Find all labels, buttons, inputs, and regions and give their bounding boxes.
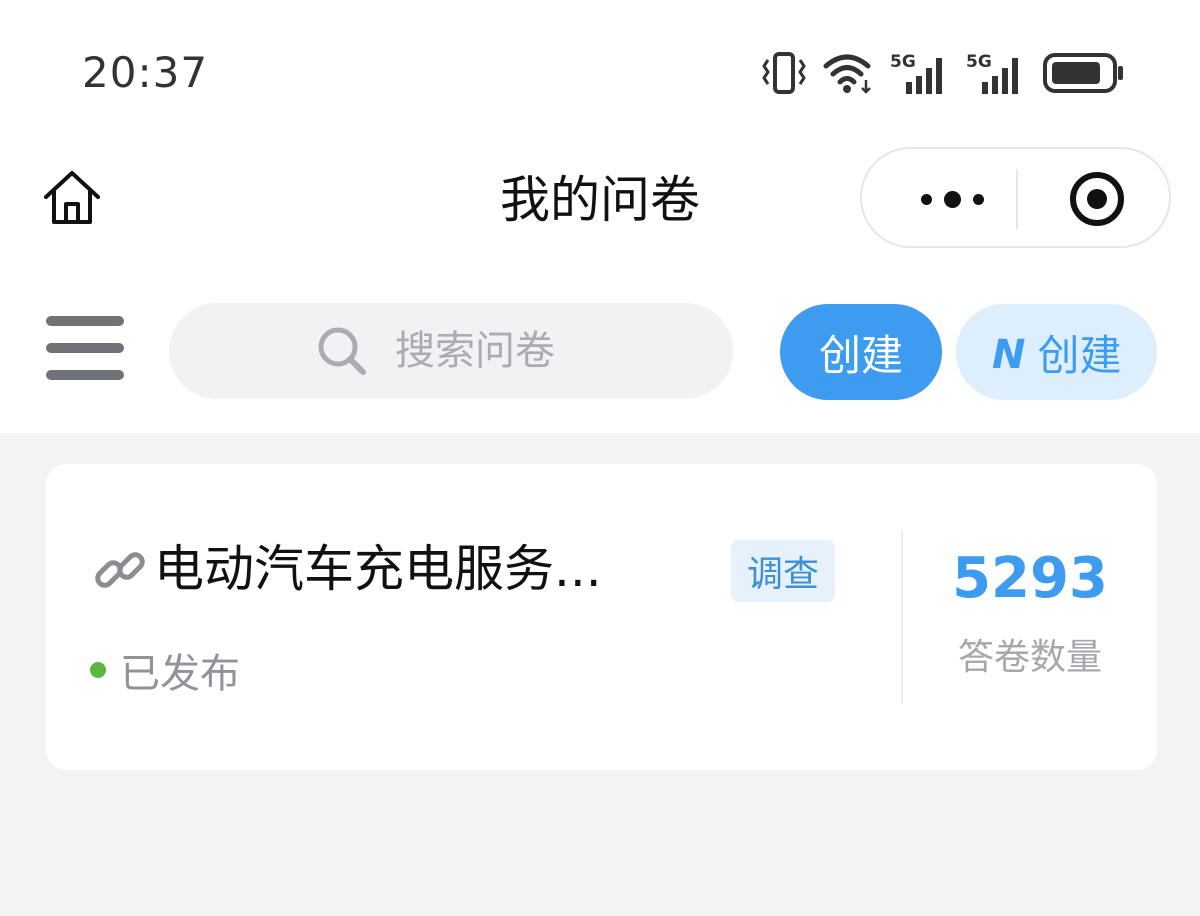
status-dot <box>90 662 106 678</box>
search-bar[interactable] <box>169 303 733 399</box>
survey-card[interactable]: 电动汽车充电服务... 调查 已发布 5293 答卷数量 <box>46 464 1157 770</box>
response-count: 5293 <box>952 546 1108 611</box>
link-icon <box>95 552 145 588</box>
ai-create-button-label: 创建 <box>1037 330 1122 380</box>
network-label: 5G <box>966 52 992 72</box>
response-count-label: 答卷数量 <box>957 637 1102 678</box>
network-label: 5G <box>890 52 916 72</box>
close-button[interactable] <box>1069 171 1125 227</box>
status-text: 已发布 <box>120 651 240 697</box>
survey-title: 电动汽车充电服务... <box>154 540 602 598</box>
menu-icon-line <box>46 370 124 380</box>
signal-5g-icon: 5G <box>890 52 942 94</box>
status-icons: 5G 5G <box>760 46 1126 100</box>
more-icon-dot <box>972 193 984 205</box>
status-time: 20:37 <box>82 48 209 97</box>
wifi-icon <box>823 54 871 94</box>
ai-create-button[interactable]: N 创建 <box>956 304 1157 400</box>
battery-icon <box>1043 53 1123 93</box>
survey-type-badge: 调查 <box>731 540 835 602</box>
create-button[interactable]: 创建 <box>780 304 942 400</box>
search-icon <box>318 327 366 375</box>
menu-button[interactable] <box>46 316 124 380</box>
more-button[interactable] <box>902 175 1002 223</box>
create-button-label: 创建 <box>818 330 903 380</box>
capsule-divider <box>1016 169 1018 229</box>
mini-program-capsule <box>860 147 1171 248</box>
search-input[interactable] <box>393 327 587 375</box>
more-icon-dot <box>943 190 961 208</box>
vibrate-icon <box>762 52 806 94</box>
more-icon <box>920 193 932 205</box>
menu-icon <box>46 316 124 326</box>
ai-logo-letter: N <box>992 332 1025 374</box>
signal-5g-icon: 5G <box>966 52 1018 94</box>
survey-status: 已发布 <box>90 642 240 698</box>
menu-icon-line <box>46 343 124 353</box>
close-target-icon <box>1070 172 1124 226</box>
ai-logo-icon: N <box>992 332 1025 374</box>
